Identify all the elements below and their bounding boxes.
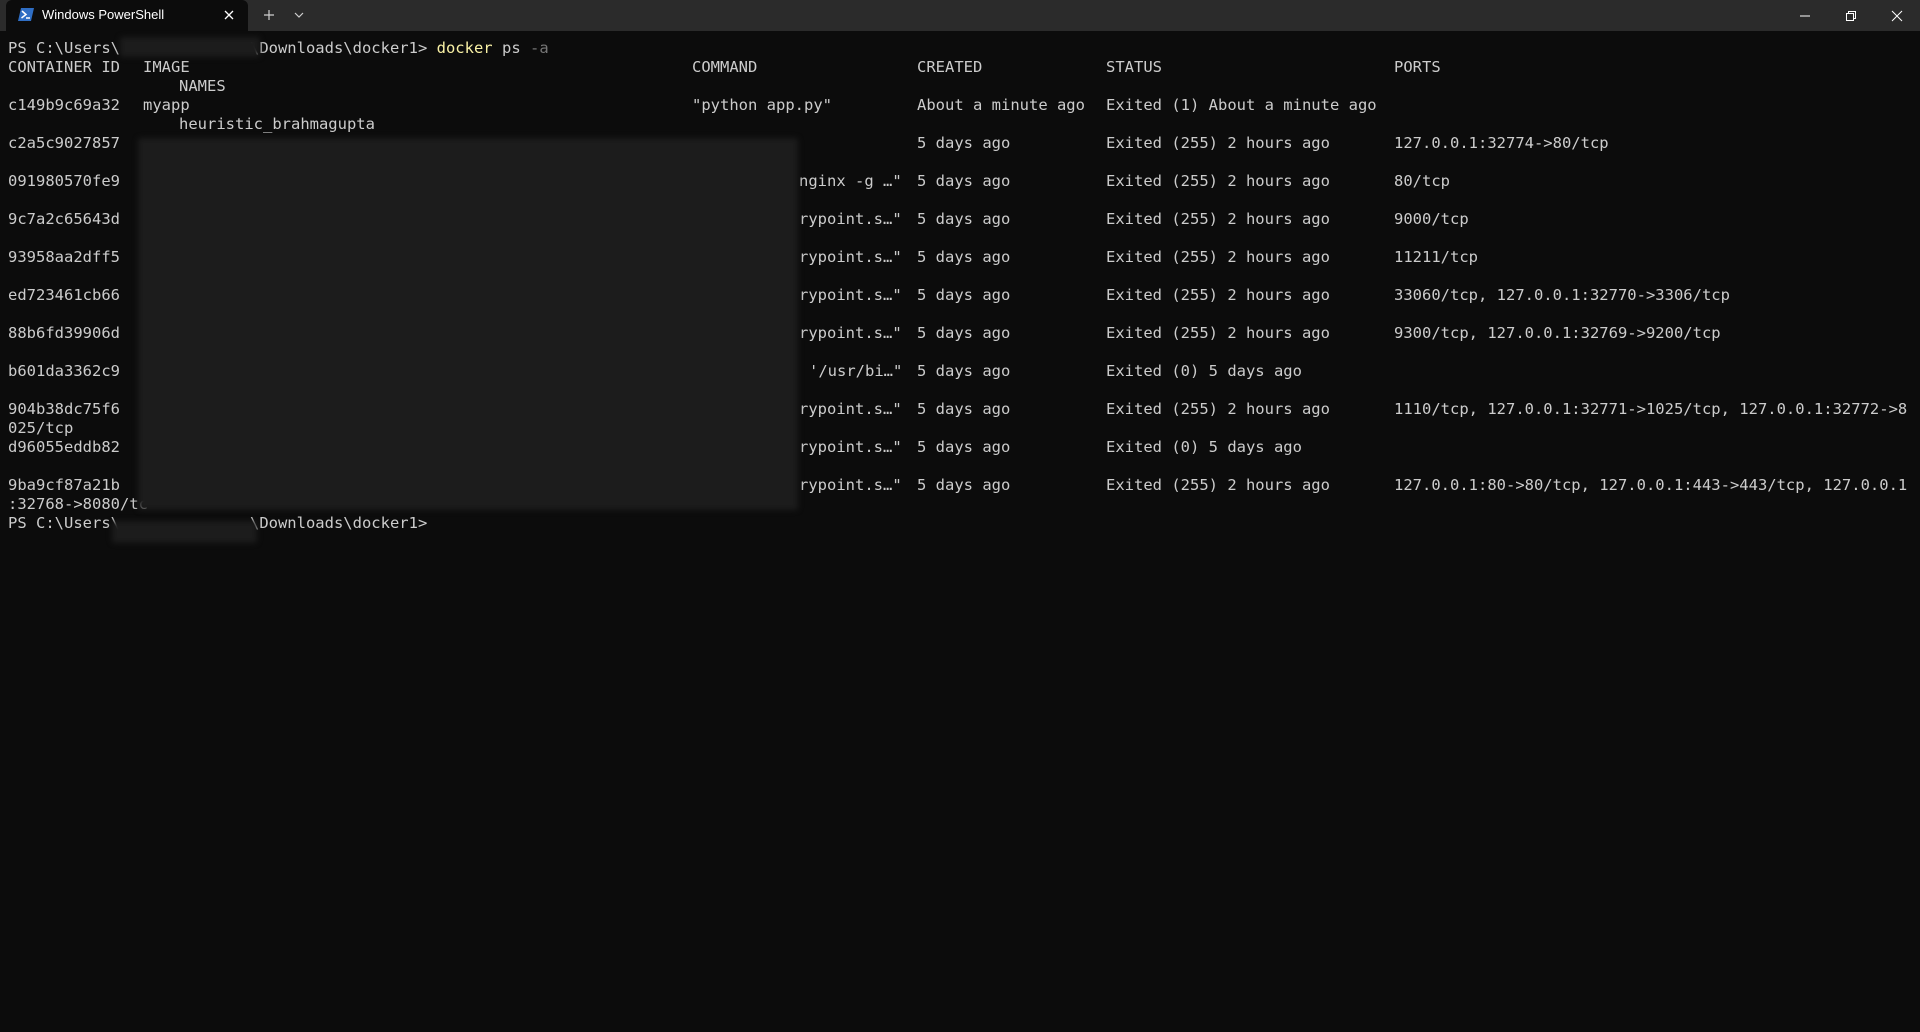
container-ports: 9000/tcp [1394,210,1469,228]
new-tab-button[interactable] [257,4,281,26]
header-command: COMMAND [692,58,758,76]
prompt-line: PS C:\Users\ \Downloads\docker1> docker p… [8,39,1912,58]
container-status: Exited (0) 5 days ago [1106,362,1302,380]
table-row-names: heuristic_brahmagupta [8,115,1912,134]
container-ports-wrap: 025/tcp [8,419,74,437]
restore-button[interactable] [1828,0,1874,31]
container-ports: 127.0.0.1:80->80/tcp, 127.0.0.1:443->443… [1394,476,1908,494]
container-ports: 33060/tcp, 127.0.0.1:32770->3306/tcp [1394,286,1730,304]
container-name: heuristic_brahmagupta [179,115,375,133]
container-status: Exited (255) 2 hours ago [1106,172,1330,190]
container-id: 88b6fd39906d [8,324,120,342]
container-id: d96055eddb82 [8,438,120,456]
header-created: CREATED [917,58,983,76]
container-id: c149b9c69a32 [8,96,120,114]
container-command: rypoint.s…" [799,324,902,342]
container-created: 5 days ago [917,134,1011,152]
container-created: 5 days ago [917,400,1011,418]
container-status: Exited (0) 5 days ago [1106,438,1302,456]
container-command: rypoint.s…" [799,476,902,494]
container-status: Exited (255) 2 hours ago [1106,248,1330,266]
container-status: Exited (255) 2 hours ago [1106,210,1330,228]
prompt-path: \Downloads\docker1> [249,39,428,57]
container-command: '/usr/bi…" [809,362,903,380]
powershell-icon [18,7,35,22]
container-image: myapp [143,96,190,114]
container-created: 5 days ago [917,210,1011,228]
container-command: nginx -g …" [799,172,902,190]
prompt-path: \Downloads\docker1> [249,514,428,532]
title-bar: Windows PowerShell [0,0,1920,31]
container-status: Exited (255) 2 hours ago [1106,324,1330,342]
container-id: b601da3362c9 [8,362,120,380]
close-window-button[interactable] [1874,0,1920,31]
command-flag: -a [530,39,549,57]
container-status: Exited (255) 2 hours ago [1106,134,1330,152]
container-command: "python app.py" [692,96,832,114]
container-ports: 11211/tcp [1394,248,1478,266]
container-command: rypoint.s…" [799,248,902,266]
container-command: rypoint.s…" [799,286,902,304]
tab-windows-powershell[interactable]: Windows PowerShell [6,0,248,31]
container-created: 5 days ago [917,324,1011,342]
container-id: 9ba9cf87a21b [8,476,120,494]
container-command: rypoint.s…" [799,210,902,228]
command-name: docker [436,39,493,57]
container-command: rypoint.s…" [799,438,902,456]
container-created: About a minute ago [917,96,1085,114]
container-created: 5 days ago [917,248,1011,266]
container-status: Exited (255) 2 hours ago [1106,286,1330,304]
header-row: CONTAINER ID IMAGE COMMAND CREATED STATU… [8,58,1912,77]
container-id: ed723461cb66 [8,286,120,304]
header-ports: PORTS [1394,58,1441,76]
container-status: Exited (255) 2 hours ago [1106,476,1330,494]
close-tab-icon[interactable] [220,6,238,24]
container-id: 9c7a2c65643d [8,210,120,228]
tab-title: Windows PowerShell [42,7,165,22]
header-row-names: NAMES [8,77,1912,96]
header-container-id: CONTAINER ID [8,58,120,76]
redacted-image-names-overlay [138,138,798,510]
container-status: Exited (1) About a minute ago [1106,96,1377,114]
container-ports-wrap: :32768->8080/tc [8,495,148,513]
container-id: 091980570fe9 [8,172,120,190]
header-image: IMAGE [143,58,190,76]
minimize-icon [1800,15,1810,17]
header-status: STATUS [1106,58,1162,76]
prompt-prefix: PS C:\Users\ [8,514,120,532]
container-created: 5 days ago [917,286,1011,304]
prompt-line: PS C:\Users\ \Downloads\docker1> [8,514,1912,533]
container-created: 5 days ago [917,172,1011,190]
header-names: NAMES [179,77,226,95]
close-icon [1891,10,1903,22]
minimize-button[interactable] [1782,0,1828,31]
container-created: 5 days ago [917,438,1011,456]
redacted-username-overlay [120,37,260,57]
container-status: Exited (255) 2 hours ago [1106,400,1330,418]
redacted-username-overlay [112,521,257,543]
container-created: 5 days ago [917,362,1011,380]
container-ports: 9300/tcp, 127.0.0.1:32769->9200/tcp [1394,324,1721,342]
command-arg: ps [501,39,521,57]
container-ports: 80/tcp [1394,172,1450,190]
table-row: c149b9c69a32 myapp "python app.py" About… [8,96,1912,115]
restore-icon [1846,11,1856,21]
container-id: 904b38dc75f6 [8,400,120,418]
chevron-down-icon[interactable] [287,4,311,26]
container-ports: 127.0.0.1:32774->80/tcp [1394,134,1609,152]
container-id: c2a5c9027857 [8,134,120,152]
container-created: 5 days ago [917,476,1011,494]
container-command: rypoint.s…" [799,400,902,418]
container-id: 93958aa2dff5 [8,248,120,266]
container-ports: 1110/tcp, 127.0.0.1:32771->1025/tcp, 127… [1394,400,1908,418]
prompt-prefix: PS C:\Users\ [8,39,120,57]
